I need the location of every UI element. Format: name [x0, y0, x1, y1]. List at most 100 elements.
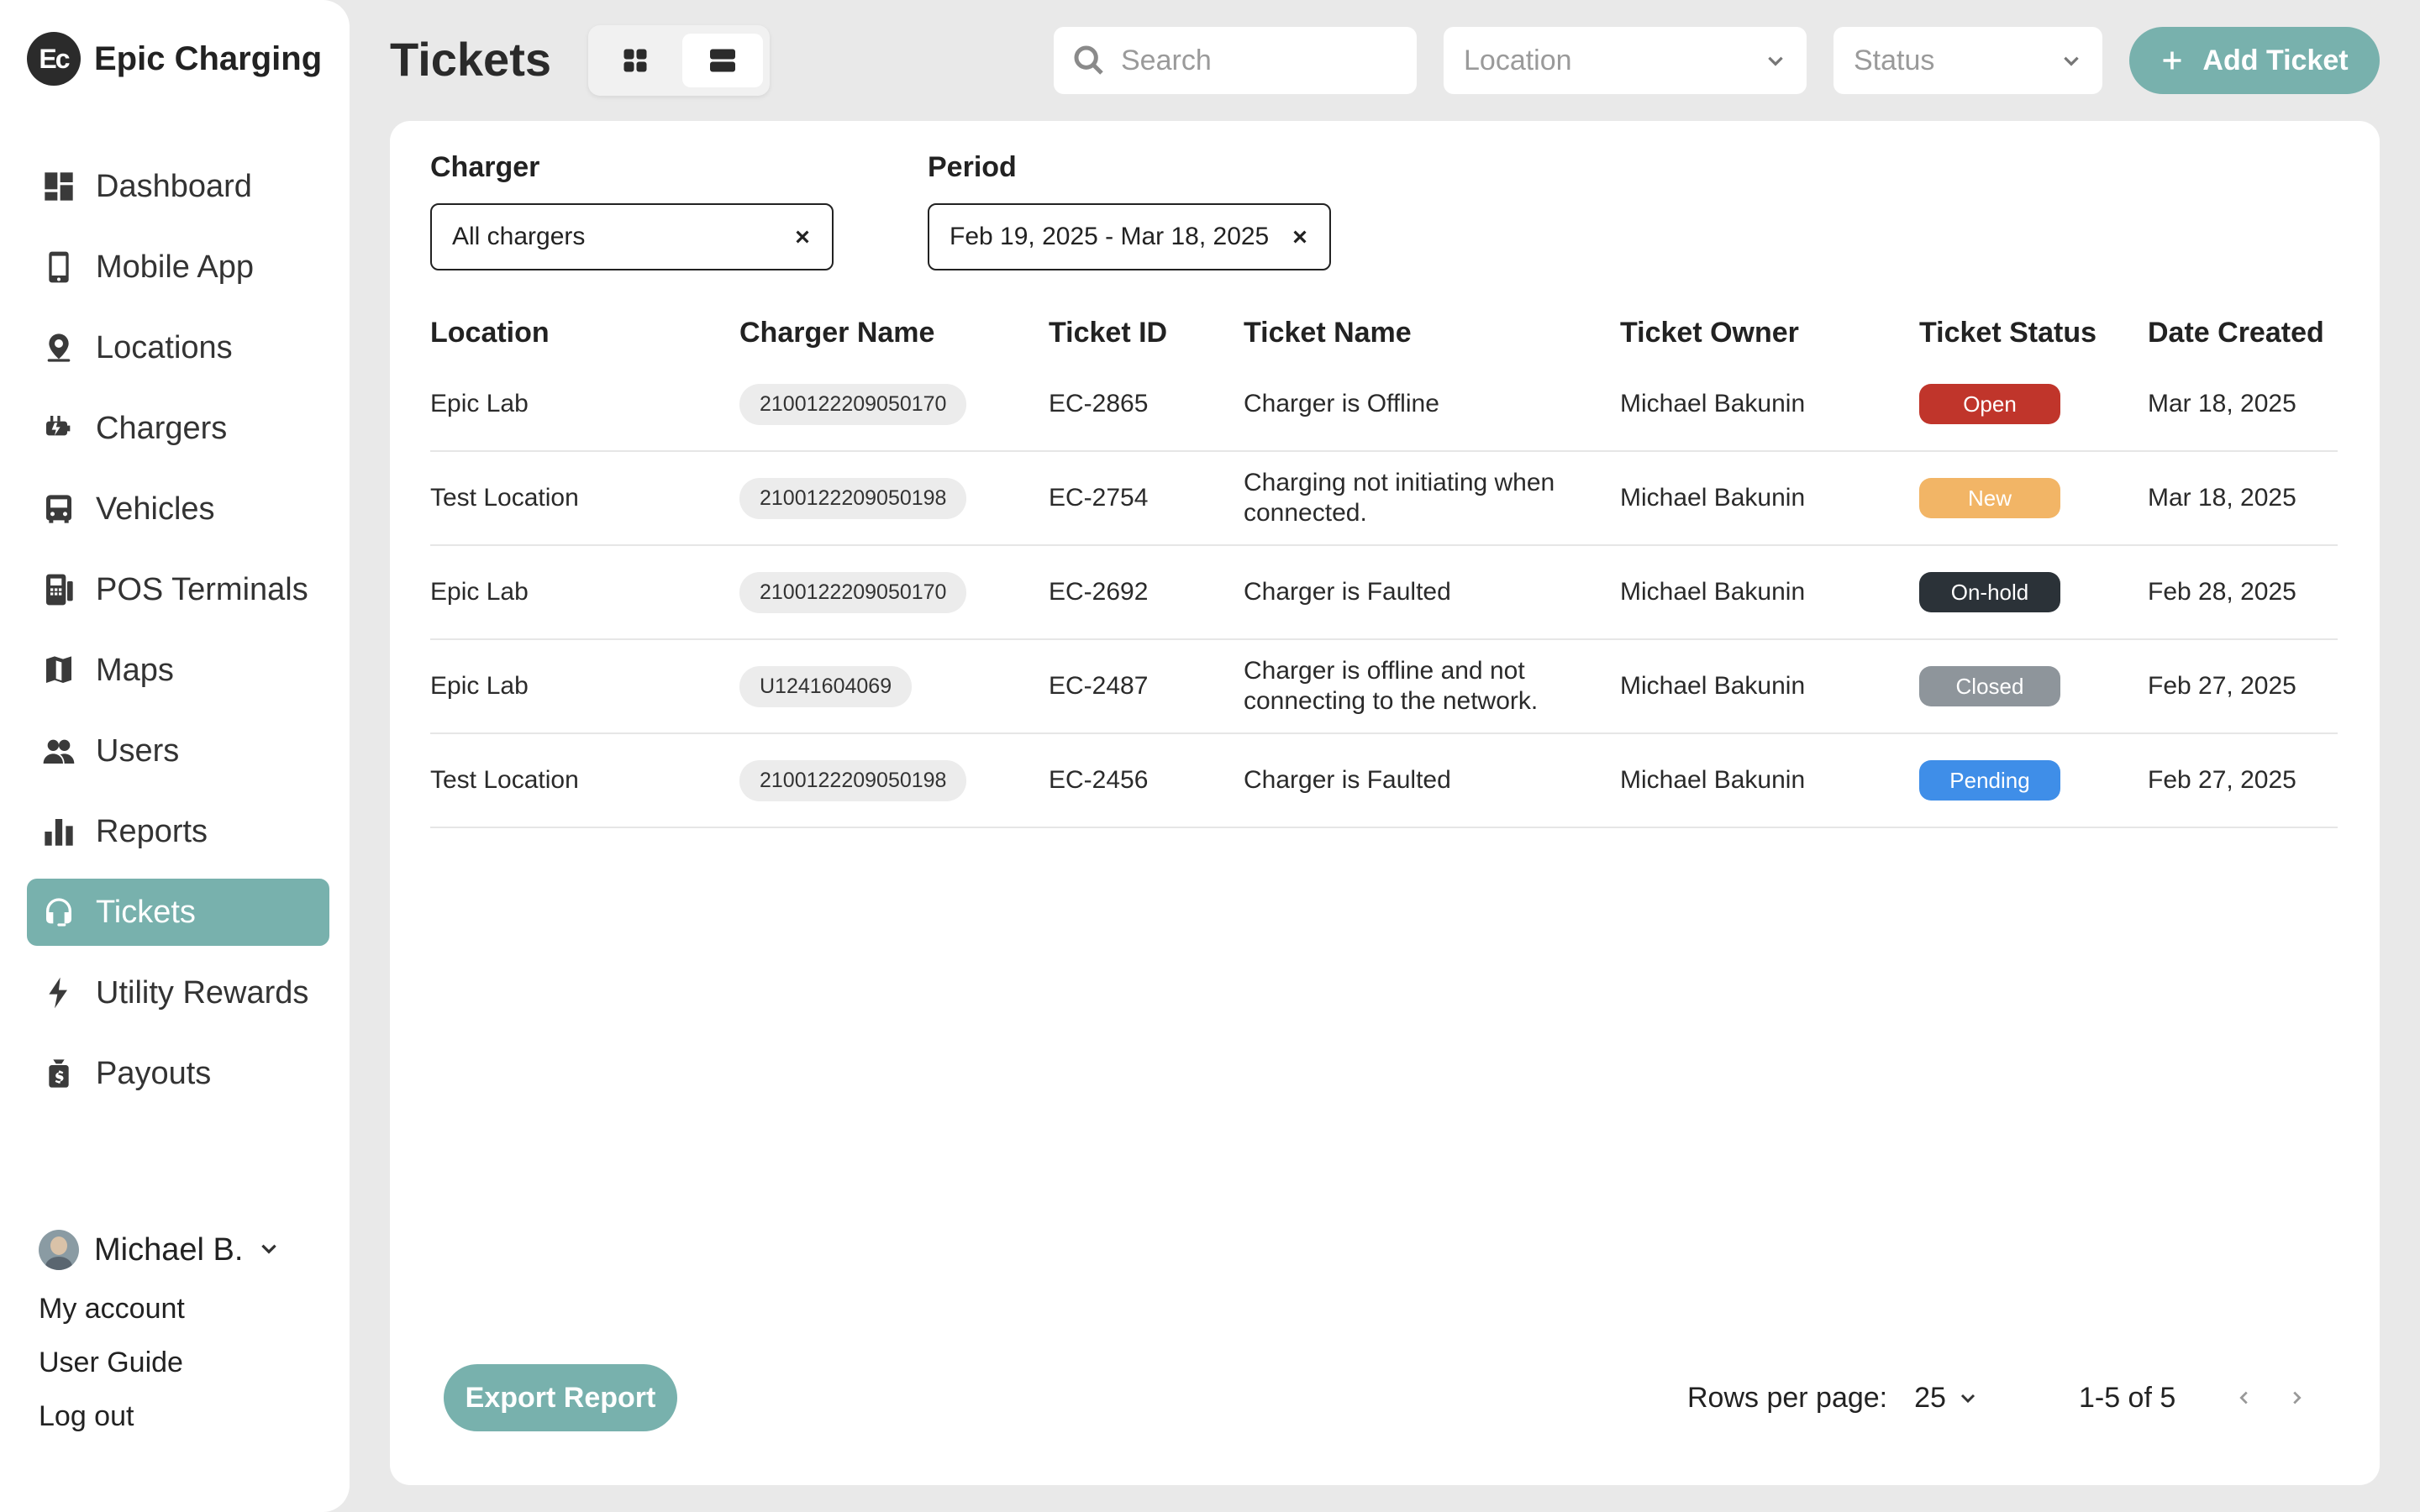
table-row[interactable]: Epic Lab 2100122209050170 EC-2865 Charger i… [430, 358, 2338, 452]
chevron-right-icon [2293, 1391, 2302, 1404]
sidebar-item-users[interactable]: Users [27, 717, 329, 785]
cell-charger-name: U1241604069 [739, 665, 1049, 707]
rows-per-page-label: Rows per page: [1687, 1381, 1888, 1414]
cell-charger-name: 2100122209050198 [739, 759, 1049, 801]
rows-per-page-select[interactable]: 25 [1914, 1382, 1978, 1415]
cell-date-created: Mar 18, 2025 [2148, 484, 2296, 512]
column-header-ticket-status[interactable]: Ticket Status [1919, 317, 2148, 349]
table-row[interactable]: Test Location 2100122209050198 EC-2754 Char… [430, 452, 2338, 546]
charger-filter-field[interactable]: All chargers [430, 203, 834, 270]
chevron-left-icon [2239, 1391, 2249, 1404]
table-row[interactable]: Test Location 2100122209050198 EC-2456 Char… [430, 734, 2338, 828]
log-out-link[interactable]: Log out [39, 1398, 324, 1435]
pos-terminal-icon [42, 573, 76, 606]
list-icon [710, 49, 735, 72]
sidebar-item-label: Mobile App [96, 249, 255, 285]
sidebar-item-reports[interactable]: Reports [27, 798, 329, 865]
period-filter-field[interactable]: Feb 19, 2025 - Mar 18, 2025 [928, 203, 1331, 270]
cell-ticket-owner: Michael Bakunin [1620, 672, 1806, 700]
search-box[interactable] [1054, 27, 1417, 94]
grid-view-button[interactable] [595, 34, 676, 87]
cell-location: Test Location [430, 766, 579, 794]
sidebar-item-dashboard[interactable]: Dashboard [27, 153, 329, 220]
export-report-button[interactable]: Export Report [444, 1364, 677, 1431]
status-dropdown[interactable]: Status [1833, 27, 2102, 94]
sidebar-item-label: Maps [96, 652, 174, 688]
chevron-down-icon [1960, 1394, 1975, 1404]
status-dropdown-placeholder: Status [1854, 44, 1935, 76]
column-header-ticket-id[interactable]: Ticket ID [1049, 317, 1244, 349]
bus-icon [42, 492, 76, 526]
cell-charger-name: 2100122209050170 [739, 383, 1049, 425]
dashboard-icon [42, 170, 76, 203]
ev-charger-icon [42, 412, 76, 445]
table-row[interactable]: Epic Lab 2100122209050170 EC-2692 Charger i… [430, 546, 2338, 640]
search-input[interactable] [1121, 44, 1390, 77]
sidebar-item-pos-terminals[interactable]: POS Terminals [27, 556, 329, 623]
pagination: Rows per page: 25 1-5 of 5 [1687, 1373, 2313, 1423]
cell-location: Epic Lab [430, 578, 529, 606]
sidebar-item-label: Reports [96, 813, 208, 849]
my-account-link[interactable]: My account [39, 1290, 324, 1327]
brand[interactable]: Ec Epic Charging [27, 32, 322, 86]
sidebar-item-vehicles[interactable]: Vehicles [27, 475, 329, 543]
sidebar-item-chargers[interactable]: Chargers [27, 395, 329, 462]
sidebar-item-label: Utility Rewards [96, 974, 309, 1011]
sidebar-item-mobile-app[interactable]: Mobile App [27, 234, 329, 301]
cell-ticket-id: EC-2456 [1049, 766, 1149, 794]
period-filter: Period Feb 19, 2025 - Mar 18, 2025 [928, 151, 1331, 270]
chevron-down-icon [2064, 56, 2079, 66]
sidebar-item-locations[interactable]: Locations [27, 314, 329, 381]
sidebar-item-label: Vehicles [96, 491, 215, 527]
cell-ticket-name: Charger is Offline [1244, 390, 1439, 417]
charger-chip: 2100122209050198 [739, 759, 967, 801]
charger-filter-label: Charger [430, 151, 540, 183]
list-view-button[interactable] [682, 34, 763, 87]
grid-icon [623, 49, 647, 72]
sidebar-item-label: Dashboard [96, 168, 252, 204]
cell-location: Test Location [430, 484, 579, 512]
cell-ticket-owner: Michael Bakunin [1620, 578, 1806, 606]
cell-date-created: Mar 18, 2025 [2148, 390, 2296, 417]
sidebar-item-tickets[interactable]: Tickets [27, 879, 329, 946]
cell-ticket-status: Pending [1919, 760, 2148, 801]
close-icon[interactable] [1291, 228, 1309, 246]
user-guide-link[interactable]: User Guide [39, 1344, 324, 1381]
cell-ticket-status: Closed [1919, 666, 2148, 706]
cell-ticket-id: EC-2487 [1049, 672, 1149, 700]
status-badge: New [1919, 478, 2060, 518]
sidebar-item-payouts[interactable]: Payouts [27, 1040, 329, 1107]
charger-chip: 2100122209050170 [739, 383, 967, 425]
add-ticket-button[interactable]: Add Ticket [2129, 27, 2380, 94]
table-header: Location Charger Name Ticket ID Ticket N… [430, 307, 2338, 358]
cell-ticket-name: Charger is Faulted [1244, 578, 1451, 606]
cell-ticket-id: EC-2754 [1049, 484, 1149, 512]
column-header-location[interactable]: Location [430, 317, 739, 349]
users-icon [42, 734, 76, 768]
location-dropdown[interactable]: Location [1444, 27, 1807, 94]
previous-page-button[interactable] [2228, 1381, 2261, 1415]
column-header-charger-name[interactable]: Charger Name [739, 317, 1049, 349]
charger-chip: U1241604069 [739, 665, 913, 707]
close-icon[interactable] [793, 228, 812, 246]
sidebar-item-maps[interactable]: Maps [27, 637, 329, 704]
status-badge: On-hold [1919, 572, 2060, 612]
cell-ticket-owner: Michael Bakunin [1620, 390, 1806, 417]
tickets-table: Location Charger Name Ticket ID Ticket N… [430, 307, 2338, 828]
rows-per-page-value: 25 [1914, 1381, 1946, 1414]
next-page-button[interactable] [2280, 1381, 2313, 1415]
cell-ticket-name: Charger is Faulted [1244, 766, 1451, 794]
sidebar-item-utility-rewards[interactable]: Utility Rewards [27, 959, 329, 1026]
mobile-phone-icon [42, 250, 76, 284]
status-badge: Pending [1919, 760, 2060, 801]
user-menu[interactable]: Michael B. [39, 1226, 324, 1273]
column-header-date-created[interactable]: Date Created [2148, 317, 2338, 349]
sidebar-item-label: Tickets [96, 894, 196, 930]
column-header-ticket-owner[interactable]: Ticket Owner [1620, 317, 1919, 349]
cell-location: Epic Lab [430, 672, 529, 700]
chevron-down-icon [258, 1237, 280, 1263]
money-bag-icon [42, 1057, 76, 1090]
table-row[interactable]: Epic Lab U1241604069 EC-2487 Charger is off… [430, 640, 2338, 734]
sidebar-item-label: POS Terminals [96, 571, 308, 607]
column-header-ticket-name[interactable]: Ticket Name [1244, 318, 1620, 348]
